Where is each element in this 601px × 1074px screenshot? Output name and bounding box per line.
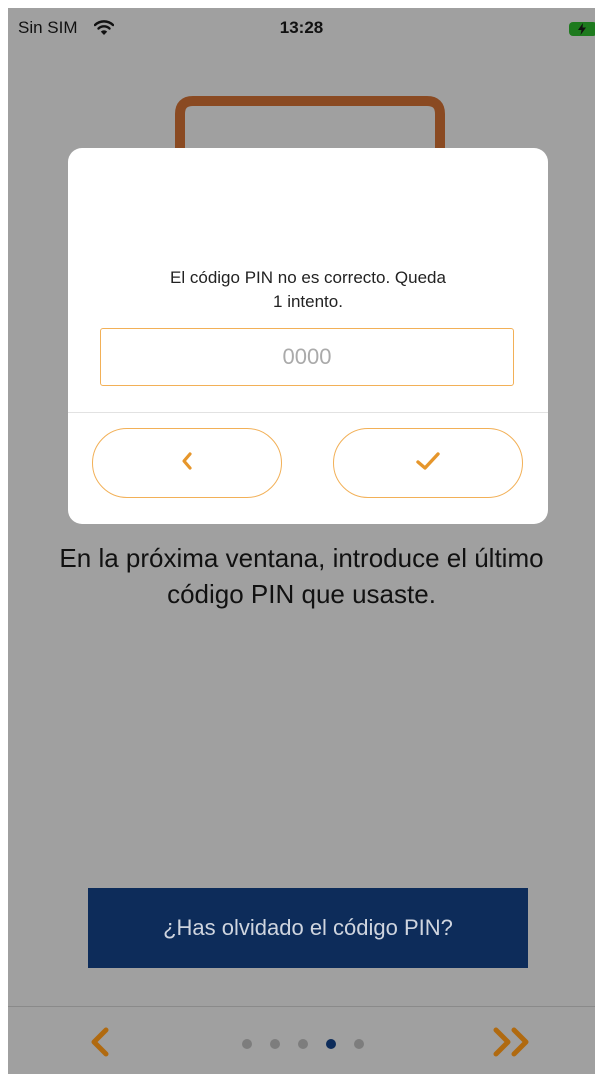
screen: Sin SIM 13:28 El código PIN no es correc…	[8, 8, 595, 1074]
pin-error-dialog: El código PIN no es correcto. Queda 1 in…	[68, 148, 548, 524]
pin-input[interactable]	[100, 328, 514, 386]
double-chevron-right-icon	[490, 1027, 536, 1062]
nav-divider	[8, 1006, 595, 1007]
battery-charging-icon	[569, 22, 595, 36]
page-dot	[270, 1039, 280, 1049]
next-page-button[interactable]	[490, 1026, 536, 1063]
instruction-line2: código PIN que usaste.	[167, 579, 436, 609]
error-message-line2: 1 intento.	[273, 292, 343, 311]
back-button[interactable]	[92, 428, 282, 498]
dialog-divider	[68, 412, 548, 413]
chevron-left-icon	[180, 451, 194, 476]
chevron-left-icon	[88, 1027, 112, 1062]
error-message-line1: El código PIN no es correcto. Queda	[170, 268, 446, 287]
forgot-pin-button[interactable]: ¿Has olvidado el código PIN?	[88, 888, 528, 968]
forgot-pin-label: ¿Has olvidado el código PIN?	[163, 915, 453, 940]
checkmark-icon	[415, 451, 441, 476]
error-message: El código PIN no es correcto. Queda 1 in…	[128, 266, 488, 314]
clock: 13:28	[279, 18, 324, 37]
page-dot	[298, 1039, 308, 1049]
page-dot	[242, 1039, 252, 1049]
confirm-button[interactable]	[333, 428, 523, 498]
previous-page-button[interactable]	[88, 1026, 112, 1063]
page-indicator	[242, 1039, 364, 1049]
instruction-line1: En la próxima ventana, introduce el últi…	[59, 543, 544, 573]
instruction-text: En la próxima ventana, introduce el últi…	[28, 540, 575, 612]
page-dot-active	[326, 1039, 336, 1049]
status-bar: Sin SIM 13:28	[8, 8, 595, 46]
page-dot	[354, 1039, 364, 1049]
